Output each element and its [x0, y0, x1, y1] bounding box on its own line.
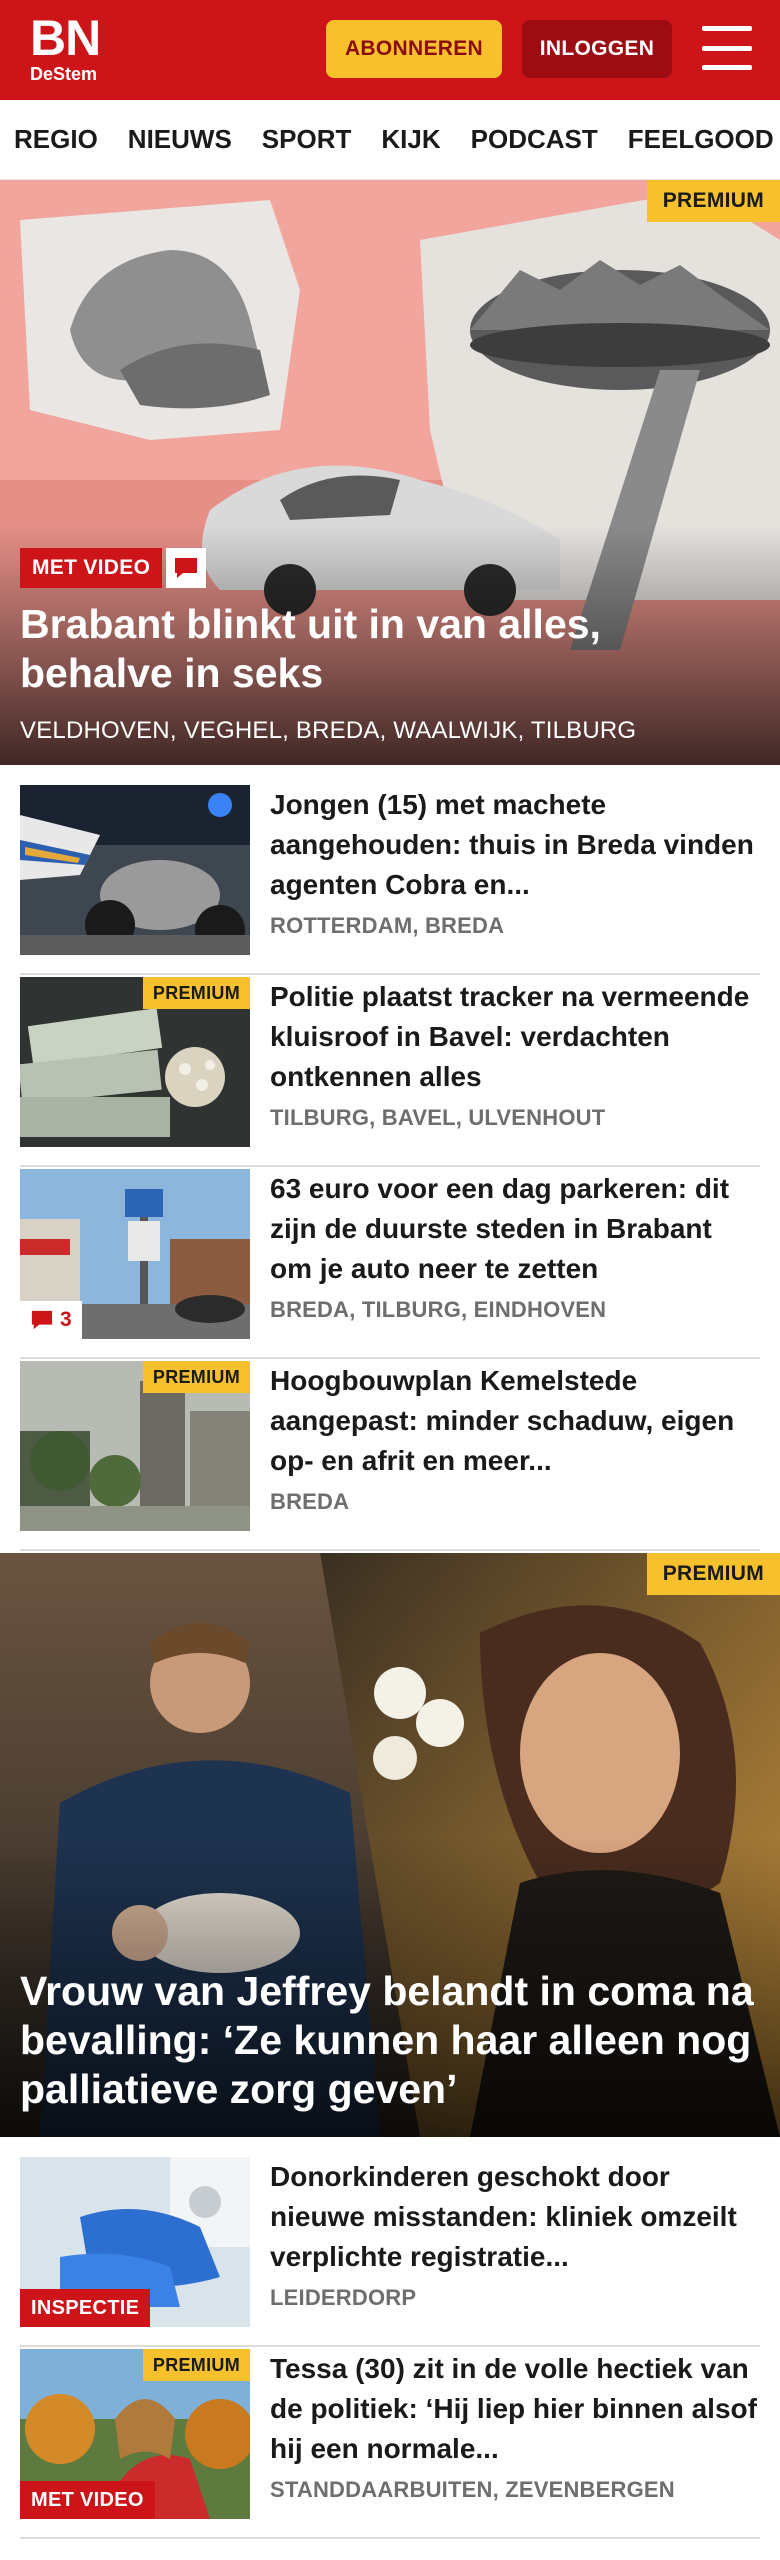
hamburger-menu-icon[interactable] — [702, 26, 752, 70]
article-locations: BREDA — [270, 1489, 350, 1514]
article-locations: TILBURG, BAVEL, ULVENHOUT — [270, 1105, 606, 1130]
subscribe-button[interactable]: ABONNEREN — [326, 20, 502, 78]
comment-count-badge: 3 — [20, 1301, 82, 1339]
article-thumbnail[interactable]: PREMIUM — [20, 1361, 250, 1531]
nav-item-sport[interactable]: SPORT — [262, 124, 352, 155]
article-title[interactable]: Hoogbouwplan Kemelstede aangepast: minde… — [270, 1361, 760, 1481]
nav-item-regio[interactable]: REGIO — [14, 124, 98, 155]
article-row[interactable]: Jongen (15) met machete aangehouden: thu… — [20, 785, 760, 975]
section-nav: REGIO NIEUWS SPORT KIJK PODCAST FEELGOOD… — [0, 100, 780, 180]
hero-headline[interactable]: Brabant blinkt uit in van alles, behalve… — [20, 600, 760, 698]
site-header: BN DeStem ABONNEREN INLOGGEN — [0, 0, 780, 100]
article-row[interactable]: PREMIUM Hoogbouwplan Kemelstede aangepas… — [20, 1361, 760, 1551]
article-thumbnail[interactable] — [20, 785, 250, 955]
nav-item-nieuws[interactable]: NIEUWS — [128, 124, 232, 155]
section-label: INSPECTIE — [20, 2289, 151, 2327]
article-thumbnail[interactable]: PREMIUM — [20, 977, 250, 1147]
article-locations: ROTTERDAM, BREDA — [270, 913, 505, 938]
article-row[interactable]: PREMIUM Politie plaatst tracker na verme… — [20, 977, 760, 1167]
article-thumbnail[interactable]: INSPECTIE — [20, 2157, 250, 2327]
article-row[interactable]: 3 63 euro voor een dag parkeren: dit zij… — [20, 1169, 760, 1359]
article-locations: BREDA, TILBURG, EINDHOVEN — [270, 1297, 607, 1322]
article-row[interactable]: PREMIUM MET VIDEO Tessa (30) zit in de v… — [20, 2349, 760, 2539]
hero-locations: VELDHOVEN, VEGHEL, BREDA, WAALWIJK, TILB… — [20, 717, 637, 744]
hero-article-seks[interactable]: PREMIUM MET VIDEO Brabant blinkt uit in … — [0, 180, 780, 765]
video-badge: MET VIDEO — [20, 548, 163, 588]
article-row[interactable]: INSPECTIE Donorkinderen geschokt door ni… — [20, 2157, 760, 2347]
article-title[interactable]: Politie plaatst tracker na vermeende klu… — [270, 977, 760, 1097]
premium-badge: PREMIUM — [142, 1361, 250, 1393]
hero-badges: MET VIDEO — [20, 548, 207, 588]
comment-icon — [31, 1310, 53, 1330]
article-title[interactable]: Jongen (15) met machete aangehouden: thu… — [270, 785, 760, 905]
article-thumbnail[interactable]: 3 — [20, 1169, 250, 1339]
nav-item-kijk[interactable]: KIJK — [381, 124, 440, 155]
article-thumbnail[interactable]: PREMIUM MET VIDEO — [20, 2349, 250, 2519]
nav-item-feelgood[interactable]: FEELGOOD — [628, 124, 774, 155]
premium-badge: PREMIUM — [646, 180, 780, 222]
article-locations: STANDDAARBUITEN, ZEVENBERGEN — [270, 2477, 675, 2502]
comment-icon — [166, 548, 207, 588]
premium-badge: PREMIUM — [142, 2349, 250, 2381]
premium-badge: PREMIUM — [142, 977, 250, 1009]
logo-bn-text: BN — [30, 10, 101, 66]
article-locations: LEIDERDORP — [270, 2285, 417, 2310]
article-title[interactable]: Tessa (30) zit in de volle hectiek van d… — [270, 2349, 760, 2469]
hero-headline[interactable]: Vrouw van Jeffrey belandt in coma na bev… — [20, 1967, 760, 2114]
police-motorcycle-image — [20, 785, 250, 955]
premium-badge: PREMIUM — [646, 1553, 780, 1595]
article-title[interactable]: 63 euro voor een dag parkeren: dit zijn … — [270, 1169, 760, 1289]
hero-article-jeffrey[interactable]: PREMIUM Vrouw van Jeffrey belandt in com… — [0, 1553, 780, 2137]
nav-item-podcast[interactable]: PODCAST — [471, 124, 598, 155]
bn-destem-logo[interactable]: BN DeStem — [30, 10, 120, 86]
video-badge: MET VIDEO — [20, 2481, 155, 2519]
article-title[interactable]: Donorkinderen geschokt door nieuwe misst… — [270, 2157, 760, 2277]
logo-destem-text: DeStem — [30, 64, 98, 84]
comment-count: 3 — [60, 1308, 72, 1331]
login-button[interactable]: INLOGGEN — [522, 20, 672, 78]
